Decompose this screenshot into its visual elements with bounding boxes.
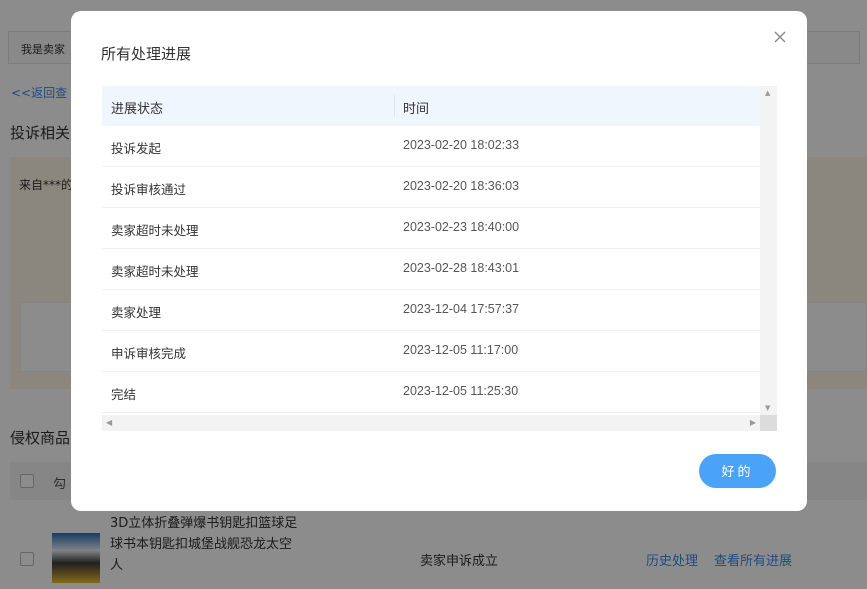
table-row: 完结 2023-12-05 11:25:30 (102, 372, 760, 413)
table-row: 申诉审核完成 2023-12-05 11:17:00 (102, 331, 760, 372)
row-time: 2023-02-20 18:02:33 (403, 138, 520, 152)
vertical-scrollbar[interactable]: ▲ ▼ (760, 86, 777, 415)
progress-table-body: 投诉发起 2023-02-20 18:02:33 投诉审核通过 2023-02-20… (102, 126, 760, 413)
table-row: 卖家超时未处理 2023-02-23 18:40:00 (102, 208, 760, 249)
progress-table: 进展状态 时间 投诉发起 2023-02-20 18:02:33 投诉审核通过 20… (102, 86, 777, 431)
scroll-down-icon[interactable]: ▼ (765, 404, 770, 412)
row-time: 2023-02-23 18:40:00 (403, 220, 520, 234)
row-status: 卖家超时未处理 (111, 223, 199, 238)
row-status: 投诉发起 (111, 141, 162, 156)
ok-button[interactable]: 好的 (699, 454, 776, 488)
table-row: 卖家处理 2023-12-04 17:57:37 (102, 290, 760, 331)
row-time: 2023-12-05 11:25:30 (403, 384, 519, 398)
row-status: 卖家超时未处理 (111, 264, 199, 279)
row-time: 2023-12-05 11:17:00 (403, 343, 519, 357)
column-divider (394, 95, 395, 117)
scroll-up-icon[interactable]: ▲ (765, 89, 770, 97)
table-row: 投诉发起 2023-02-20 18:02:33 (102, 126, 760, 167)
dialog-title: 所有处理进展 (101, 45, 192, 63)
row-time: 2023-02-20 18:36:03 (403, 179, 520, 193)
row-time: 2023-12-04 17:57:37 (403, 302, 520, 316)
progress-dialog: 所有处理进展 进展状态 时间 投诉发起 2023-02-20 18:02:33 投… (71, 11, 807, 511)
row-status: 投诉审核通过 (111, 182, 187, 197)
progress-table-header: 进展状态 时间 (102, 86, 760, 126)
table-row: 卖家超时未处理 2023-02-28 18:43:01 (102, 249, 760, 290)
row-status: 申诉审核完成 (111, 346, 187, 361)
row-time: 2023-02-28 18:43:01 (403, 261, 520, 275)
horizontal-scrollbar[interactable]: ◀ ▶ (102, 415, 760, 431)
scroll-left-icon[interactable]: ◀ (106, 418, 112, 427)
close-icon[interactable] (771, 28, 789, 46)
scroll-right-icon[interactable]: ▶ (750, 418, 756, 427)
row-status: 卖家处理 (111, 305, 162, 320)
row-status: 完结 (111, 387, 137, 402)
column-header-time: 时间 (403, 102, 430, 117)
table-row: 投诉审核通过 2023-02-20 18:36:03 (102, 167, 760, 208)
column-header-status: 进展状态 (111, 102, 164, 117)
scrollbar-corner (760, 415, 777, 431)
